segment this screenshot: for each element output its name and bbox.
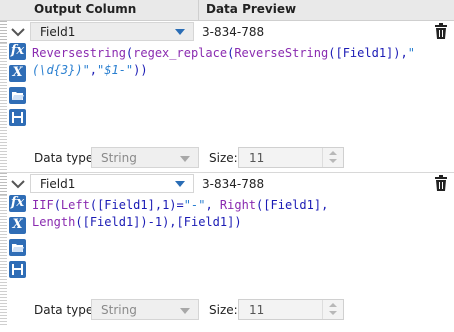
data-type-select[interactable]: String: [91, 299, 199, 320]
code-token: )): [133, 63, 148, 77]
spin-up-icon[interactable]: [329, 303, 337, 307]
variable-x-icon[interactable]: X: [9, 65, 26, 82]
data-preview-value: 3-834-788: [202, 177, 265, 191]
code-token: ,: [321, 198, 329, 212]
data-preview-header: Data Preview: [206, 2, 297, 16]
code-token: (: [75, 215, 83, 229]
spin-down-icon[interactable]: [329, 159, 337, 163]
expression-editor[interactable]: IIF(Left([Field1],1)="-", Right([Field1]…: [29, 195, 454, 295]
function-name: IIF: [32, 198, 54, 212]
data-type-label: Data type:: [34, 151, 98, 165]
spin-up-icon[interactable]: [329, 151, 337, 155]
folder-open-icon[interactable]: [9, 239, 26, 256]
field-reference: [Field1]: [97, 198, 155, 212]
expression-text: IIF(Left([Field1],1)="-", Right([Field1]…: [32, 197, 437, 231]
field-row-1: Field1 3-834-788: [0, 21, 454, 43]
function-name: ReverseString: [234, 46, 329, 60]
size-input[interactable]: 11: [238, 299, 344, 320]
data-type-label: Data type:: [34, 303, 98, 317]
output-field-select[interactable]: Field1: [30, 174, 194, 193]
toolbar-grip: [0, 195, 7, 325]
column-header: Output Column Data Preview: [0, 0, 454, 21]
size-stepper[interactable]: [322, 300, 343, 319]
output-column-header: Output Column: [34, 2, 137, 16]
code-token: ,: [89, 63, 98, 77]
string-literal: ": [407, 46, 415, 60]
string-literal: "$1-": [97, 63, 134, 77]
function-name: Reversestring: [32, 46, 126, 60]
data-type-row: Data type: String Size: 11: [34, 299, 454, 321]
spin-down-icon[interactable]: [329, 311, 337, 315]
chevron-down-icon[interactable]: [10, 24, 26, 40]
field-row-2: Field1 3-834-788: [0, 173, 454, 195]
code-token: (: [89, 198, 98, 212]
code-token: ),: [393, 46, 408, 60]
field-reference: [Field1]: [263, 198, 322, 212]
size-value: 11: [249, 303, 265, 317]
function-name: Length: [32, 215, 76, 229]
code-token: ,: [205, 198, 220, 212]
fx-icon[interactable]: fx: [9, 195, 26, 212]
data-type-value: String: [101, 303, 137, 317]
function-name: regex_replace: [133, 46, 228, 60]
expression-toolbar: fx X: [0, 43, 28, 173]
variable-x-icon[interactable]: X: [9, 217, 26, 234]
field-reference: [Field1]: [82, 215, 141, 229]
data-preview-value: 3-834-788: [202, 25, 265, 39]
code-token: )-1),: [140, 215, 177, 229]
field-reference: [Field1]: [176, 215, 235, 229]
code-token: (: [53, 198, 61, 212]
size-label: Size:: [209, 151, 238, 165]
formula-row-2: Field1 3-834-788 fx X IIF(Left([Field1],…: [0, 173, 454, 332]
code-token: ): [234, 215, 242, 229]
function-name: Right: [219, 198, 257, 212]
string-literal: "-": [183, 198, 206, 212]
dropdown-arrow-icon: [175, 29, 185, 35]
size-input[interactable]: 11: [238, 147, 344, 168]
output-field-value: Field1: [40, 25, 76, 39]
field-reference: [Field1]: [335, 46, 394, 60]
chevron-down-icon[interactable]: [10, 176, 26, 192]
string-literal: (\d{3})": [32, 63, 90, 77]
expression-text: Reversestring(regex_replace(ReverseStrin…: [32, 45, 437, 79]
size-value: 11: [249, 151, 265, 165]
dropdown-arrow-icon: [180, 156, 190, 162]
expression-editor[interactable]: Reversestring(regex_replace(ReverseStrin…: [29, 43, 454, 143]
size-stepper[interactable]: [322, 148, 343, 167]
row-drag-handle[interactable]: [0, 21, 7, 43]
function-name: Left: [60, 198, 90, 212]
toolbar-grip: [0, 43, 7, 173]
dropdown-arrow-icon: [175, 181, 185, 187]
row-drag-handle[interactable]: [0, 173, 7, 195]
output-field-select[interactable]: Field1: [30, 22, 194, 41]
expression-toolbar: fx X: [0, 195, 28, 325]
save-icon[interactable]: [9, 109, 26, 126]
header-divider: [198, 0, 199, 20]
size-label: Size:: [209, 303, 238, 317]
folder-open-icon[interactable]: [9, 87, 26, 104]
code-token: ,1)=: [154, 198, 184, 212]
formula-row-1: Field1 3-834-788 fx X Reversestring(rege…: [0, 21, 454, 173]
save-icon[interactable]: [9, 261, 26, 278]
data-type-select[interactable]: String: [91, 147, 199, 168]
data-type-row: Data type: String Size: 11: [34, 147, 454, 169]
dropdown-arrow-icon: [180, 308, 190, 314]
fx-icon[interactable]: fx: [9, 43, 26, 60]
trash-icon[interactable]: [434, 175, 448, 191]
data-type-value: String: [101, 151, 137, 165]
output-field-value: Field1: [40, 177, 76, 191]
trash-icon[interactable]: [434, 23, 448, 39]
